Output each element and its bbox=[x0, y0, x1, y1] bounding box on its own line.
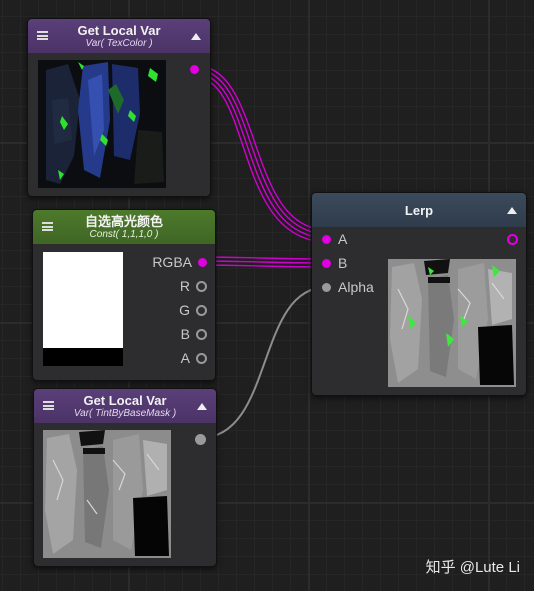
rgba-port[interactable] bbox=[198, 257, 207, 267]
node-header[interactable]: 自选高光颜色 Const( 1,1,1,0 ) bbox=[33, 210, 215, 244]
port-label-alpha: Alpha bbox=[338, 279, 374, 295]
port-label-a: A bbox=[338, 231, 348, 247]
collapse-arrow-icon[interactable] bbox=[507, 207, 517, 214]
node-subtitle: Var( TintByBaseMask ) bbox=[73, 407, 177, 419]
port-label-a: A bbox=[180, 350, 190, 366]
port-label-rgba: RGBA bbox=[152, 254, 192, 270]
get-local-var-mask-node[interactable]: Get Local Var Var( TintByBaseMask ) bbox=[33, 388, 217, 567]
get-local-var-texcolor-node[interactable]: Get Local Var Var( TexColor ) bbox=[27, 18, 211, 197]
collapse-arrow-icon[interactable] bbox=[191, 33, 201, 40]
mask-preview-image bbox=[43, 430, 171, 558]
lerp-output-port[interactable] bbox=[507, 234, 518, 245]
output-port[interactable] bbox=[195, 434, 206, 445]
a-port[interactable] bbox=[196, 352, 207, 364]
menu-icon[interactable] bbox=[43, 401, 54, 410]
texcolor-preview-image bbox=[38, 60, 166, 188]
port-label-b: B bbox=[180, 326, 190, 342]
node-header[interactable]: Lerp bbox=[312, 193, 526, 227]
input-b[interactable]: B bbox=[322, 255, 347, 271]
menu-icon[interactable] bbox=[37, 31, 48, 40]
output-rgba[interactable]: RGBA bbox=[152, 254, 207, 270]
input-a[interactable]: A bbox=[322, 231, 347, 247]
lerp-preview-image bbox=[388, 259, 516, 387]
menu-icon[interactable] bbox=[42, 222, 53, 231]
const-color-node[interactable]: 自选高光颜色 Const( 1,1,1,0 ) RGBA R G B A bbox=[32, 209, 216, 381]
a-input-port[interactable] bbox=[322, 234, 331, 244]
color-swatch-preview bbox=[43, 252, 123, 366]
port-label-b: B bbox=[338, 255, 348, 271]
port-label-g: G bbox=[179, 302, 190, 318]
node-header[interactable]: Get Local Var Var( TexColor ) bbox=[28, 19, 210, 53]
node-title: 自选高光颜色 bbox=[84, 213, 163, 229]
output-a[interactable]: A bbox=[181, 350, 207, 366]
node-title: Get Local Var bbox=[77, 22, 161, 38]
r-port[interactable] bbox=[196, 280, 207, 292]
output-port[interactable] bbox=[190, 65, 199, 74]
input-alpha[interactable]: Alpha bbox=[322, 279, 374, 295]
node-subtitle: Const( 1,1,1,0 ) bbox=[89, 228, 159, 240]
node-title: Lerp bbox=[404, 202, 434, 218]
watermark-text: 知乎 @Lute Li bbox=[425, 559, 520, 576]
node-subtitle: Var( TexColor ) bbox=[85, 37, 153, 49]
b-input-port[interactable] bbox=[322, 258, 331, 268]
b-port[interactable] bbox=[196, 328, 207, 340]
node-title: Get Local Var bbox=[83, 392, 167, 408]
output-r[interactable]: R bbox=[180, 278, 207, 294]
node-header[interactable]: Get Local Var Var( TintByBaseMask ) bbox=[34, 389, 216, 423]
lerp-node[interactable]: Lerp A B Alpha bbox=[311, 192, 527, 396]
g-port[interactable] bbox=[196, 304, 207, 316]
collapse-arrow-icon[interactable] bbox=[197, 403, 207, 410]
output-b[interactable]: B bbox=[181, 326, 207, 342]
port-label-r: R bbox=[179, 278, 190, 294]
alpha-input-port[interactable] bbox=[322, 282, 331, 292]
output-g[interactable]: G bbox=[179, 302, 207, 318]
